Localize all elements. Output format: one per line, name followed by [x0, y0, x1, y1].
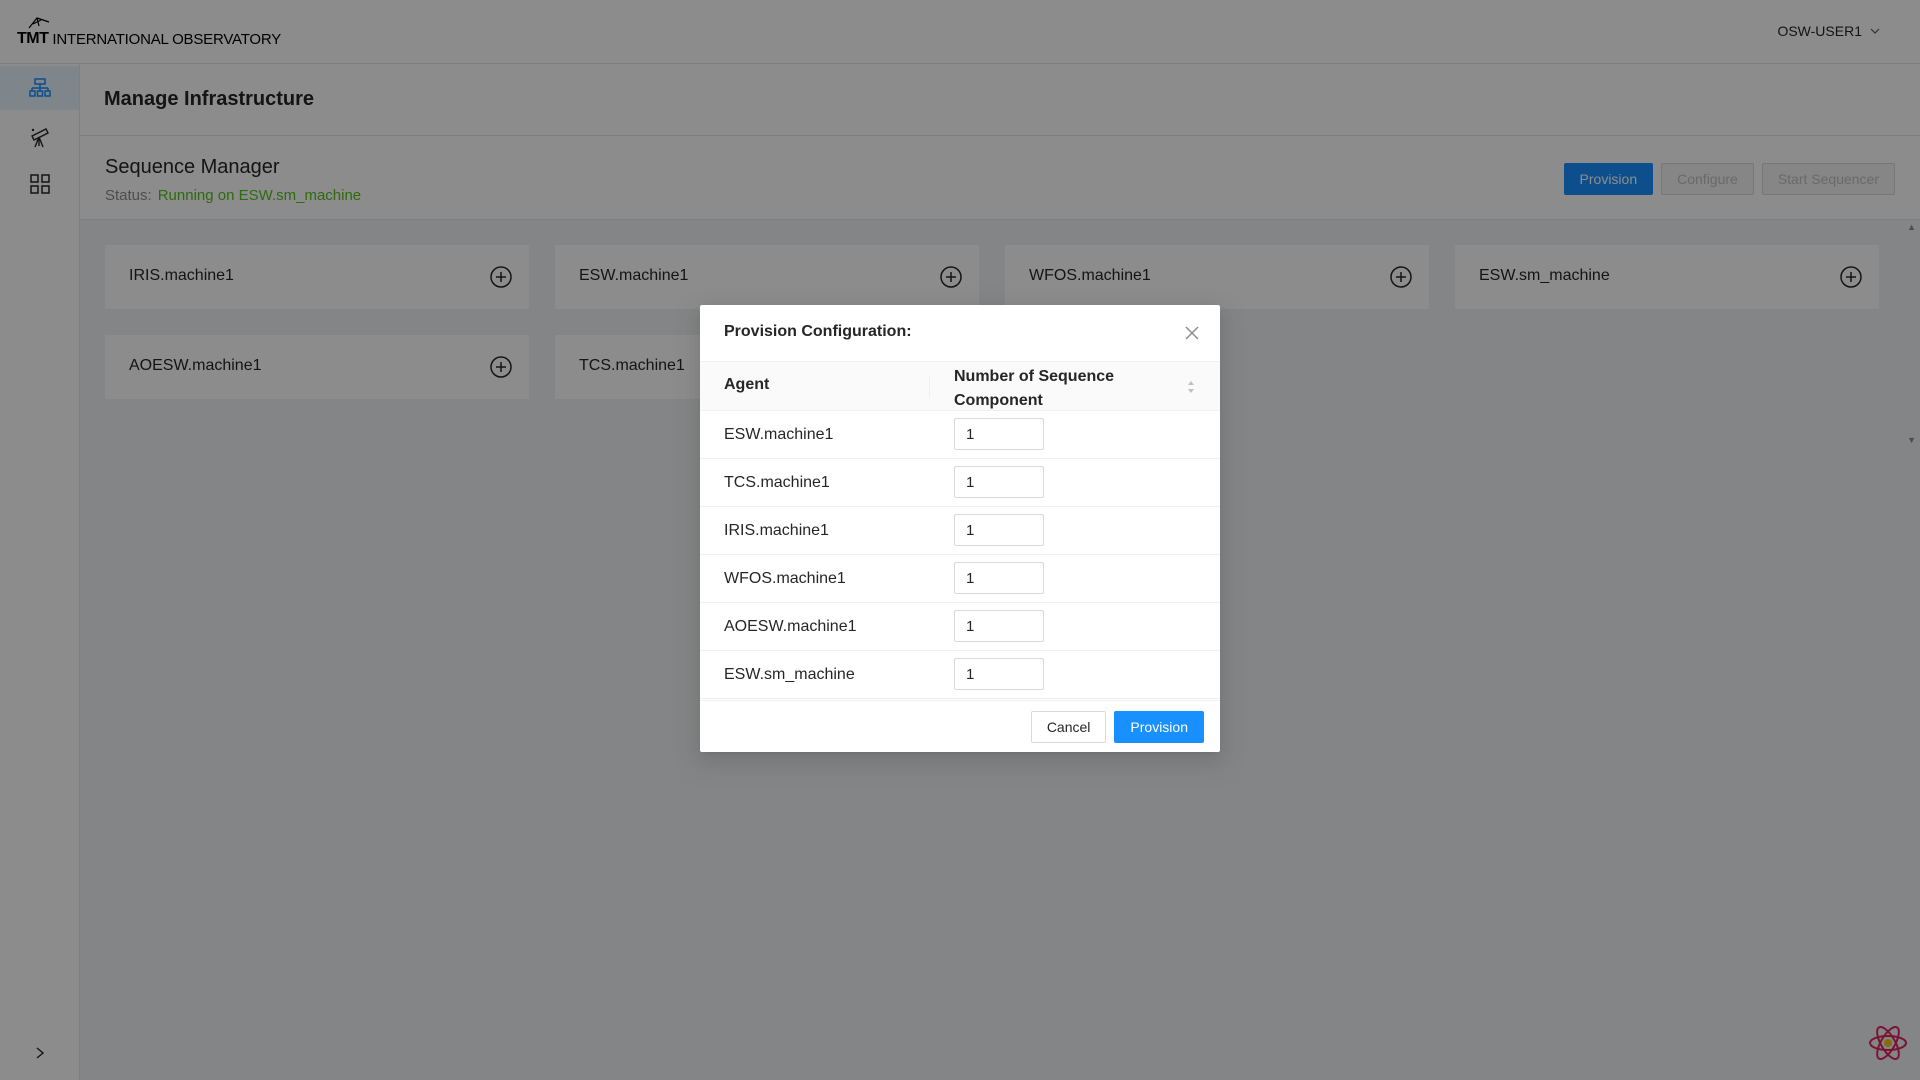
sequence-component-count-input[interactable]: [954, 514, 1044, 546]
agent-name: ESW.sm_machine: [724, 666, 855, 683]
agent-name: AOESW.machine1: [724, 618, 857, 635]
close-icon[interactable]: [1182, 323, 1202, 343]
table-row: ESW.sm_machine: [700, 651, 1220, 699]
column-header-count[interactable]: Number of Sequence Component: [954, 365, 1134, 413]
provision-configuration-modal: Provision Configuration: Agent Number of…: [700, 305, 1220, 752]
table-header: Agent Number of Sequence Component: [700, 361, 1220, 411]
modal-provision-button[interactable]: Provision: [1114, 711, 1204, 743]
agent-name: IRIS.machine1: [724, 522, 829, 539]
table-row: TCS.machine1: [700, 459, 1220, 507]
sequence-component-count-input[interactable]: [954, 418, 1044, 450]
sequence-component-count-input[interactable]: [954, 658, 1044, 690]
modal-title: Provision Configuration:: [724, 323, 912, 340]
sequence-component-count-input[interactable]: [954, 466, 1044, 498]
sequence-component-count-input[interactable]: [954, 610, 1044, 642]
modal-actions: Cancel Provision: [1030, 711, 1204, 743]
sequence-component-count-input[interactable]: [954, 562, 1044, 594]
column-divider: [929, 376, 930, 398]
table-row: IRIS.machine1: [700, 507, 1220, 555]
agent-name: WFOS.machine1: [724, 570, 846, 587]
agent-name: TCS.machine1: [724, 474, 830, 491]
table-row: WFOS.machine1: [700, 555, 1220, 603]
agent-name: ESW.machine1: [724, 426, 834, 443]
sort-icon[interactable]: [1186, 379, 1196, 395]
modal-footer: Cancel Provision: [700, 700, 1220, 752]
provision-table: Agent Number of Sequence Component ESW.m…: [700, 361, 1220, 699]
cancel-button[interactable]: Cancel: [1030, 711, 1107, 743]
column-header-agent: Agent: [724, 376, 770, 393]
table-row: AOESW.machine1: [700, 603, 1220, 651]
table-row: ESW.machine1: [700, 411, 1220, 459]
